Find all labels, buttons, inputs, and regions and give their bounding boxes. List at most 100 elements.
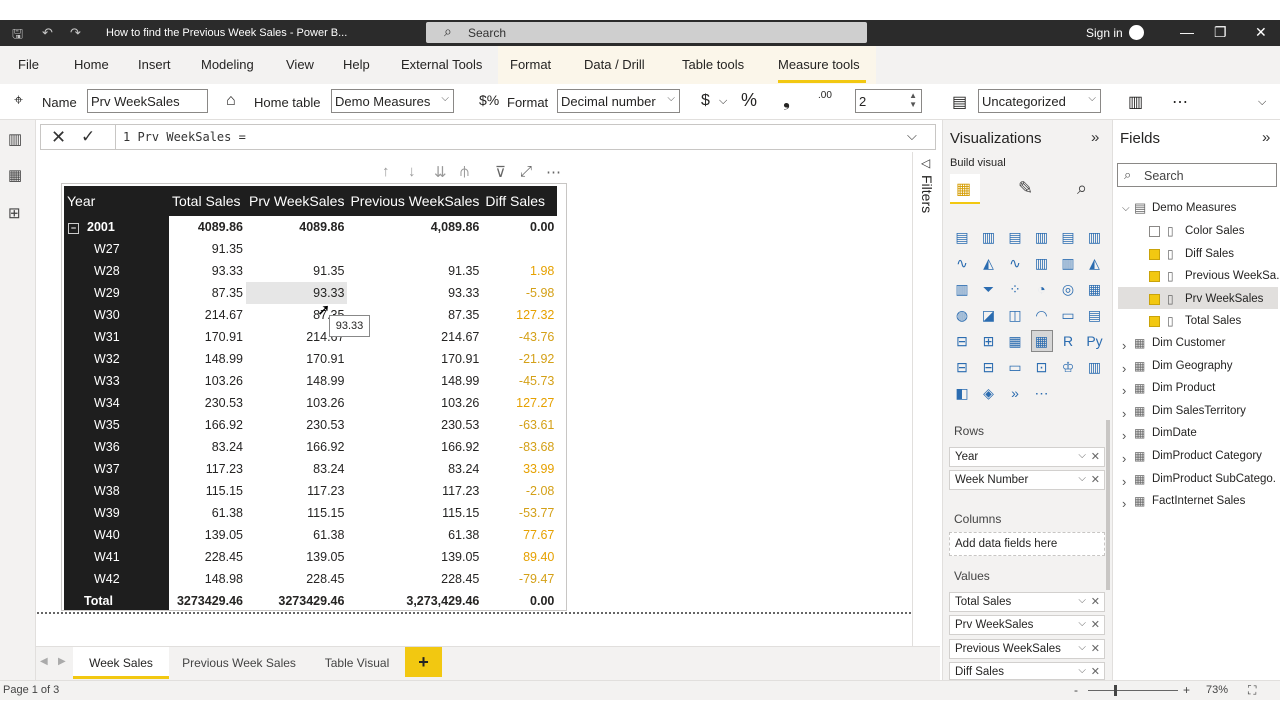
- week-label[interactable]: W27: [64, 238, 169, 260]
- zoom-slider-thumb[interactable]: [1114, 685, 1117, 696]
- prv-weeksales-cell[interactable]: 61.38: [246, 524, 347, 546]
- zoom-slider[interactable]: [1088, 690, 1178, 691]
- summarization-icon[interactable]: ▥: [1128, 92, 1143, 112]
- drill-up-icon[interactable]: ↑: [382, 163, 390, 180]
- previous-weeksales-cell[interactable]: 148.99: [347, 370, 482, 392]
- data-category-select[interactable]: Uncategorized ⌵: [978, 89, 1101, 113]
- columns-drop-zone[interactable]: Add data fields here: [949, 532, 1105, 556]
- menu-view[interactable]: View: [286, 57, 314, 72]
- visual-type-icon[interactable]: ▦: [1005, 331, 1025, 351]
- visual-type-icon[interactable]: ∿: [1005, 253, 1025, 273]
- previous-weeksales-cell[interactable]: 139.05: [347, 546, 482, 568]
- visual-type-icon[interactable]: ▤: [1005, 227, 1025, 247]
- chevron-right-icon[interactable]: ›: [1122, 338, 1126, 353]
- field-checkbox[interactable]: [1149, 248, 1160, 260]
- visual-type-icon[interactable]: ⊟: [979, 357, 999, 377]
- menu-help[interactable]: Help: [343, 57, 370, 72]
- menu-modeling[interactable]: Modeling: [201, 57, 254, 72]
- chevron-down-icon[interactable]: ⌵: [1078, 642, 1086, 653]
- prv-weeksales-cell[interactable]: 170.91: [246, 348, 347, 370]
- measure-field[interactable]: Previous WeekSa...: [1185, 270, 1280, 282]
- comma-button[interactable]: ❟: [783, 90, 790, 111]
- week-label[interactable]: W30: [64, 304, 169, 326]
- tab-week-sales[interactable]: Week Sales: [73, 647, 169, 679]
- close-icon[interactable]: ✕: [1255, 24, 1267, 41]
- previous-weeksales-cell[interactable]: 166.92: [347, 436, 482, 458]
- visual-type-icon[interactable]: ⋯: [1032, 383, 1052, 403]
- diff-sales-cell[interactable]: -21.92: [482, 348, 557, 370]
- visual-type-icon[interactable]: »: [1005, 383, 1025, 403]
- search-box[interactable]: ⌕ Search: [426, 22, 867, 43]
- diff-sales-cell[interactable]: -79.47: [482, 568, 557, 590]
- visual-type-icon[interactable]: ◪: [979, 305, 999, 325]
- visual-type-icon[interactable]: ♔: [1058, 357, 1078, 377]
- filter-icon[interactable]: ⊽: [495, 163, 506, 181]
- previous-weeksales-cell[interactable]: 170.91: [347, 348, 482, 370]
- total-sales-cell[interactable]: 103.26: [169, 370, 246, 392]
- chevron-down-icon[interactable]: ⌵: [1258, 96, 1266, 109]
- save-icon[interactable]: 🖫: [12, 25, 23, 47]
- previous-weeksales-cell[interactable]: 228.45: [347, 568, 482, 590]
- table-field[interactable]: Dim SalesTerritory: [1152, 405, 1276, 417]
- field-checkbox[interactable]: [1149, 226, 1160, 237]
- visual-type-icon[interactable]: ▭: [1005, 357, 1025, 377]
- menu-data-drill[interactable]: Data / Drill: [584, 57, 645, 72]
- analytics-icon[interactable]: ⌕: [1077, 178, 1087, 199]
- total-sales-cell[interactable]: 228.45: [169, 546, 246, 568]
- remove-icon[interactable]: ✕: [1091, 618, 1100, 631]
- visual-type-icon[interactable]: ∿: [952, 253, 972, 273]
- viz-scrollbar[interactable]: [1106, 420, 1110, 590]
- visual-type-icon[interactable]: ▤: [952, 227, 972, 247]
- chevron-right-icon[interactable]: ›: [1122, 361, 1126, 376]
- chevron-down-icon[interactable]: ⌵: [1078, 618, 1086, 629]
- total-sales-cell[interactable]: 230.53: [169, 392, 246, 414]
- drill-down-icon[interactable]: ↓: [408, 163, 416, 180]
- week-label[interactable]: W38: [64, 480, 169, 502]
- diff-sales-cell[interactable]: -45.73: [482, 370, 557, 392]
- field-checkbox[interactable]: [1149, 271, 1160, 282]
- more-options-icon[interactable]: ⋯: [546, 163, 561, 181]
- chevron-right-icon[interactable]: ›: [1122, 428, 1126, 443]
- table-field[interactable]: FactInternet Sales: [1152, 495, 1276, 507]
- diff-sales-cell[interactable]: 127.27: [482, 392, 557, 414]
- measure-field[interactable]: Total Sales: [1185, 315, 1241, 327]
- col-header-prv-weeksales[interactable]: Prv WeekSales: [246, 186, 348, 216]
- total-sales-cell[interactable]: 87.35: [169, 282, 246, 304]
- prv-weeksales-cell[interactable]: 148.99: [246, 370, 347, 392]
- field-checkbox[interactable]: [1149, 293, 1160, 305]
- expand-formula-icon[interactable]: ⌵: [907, 128, 917, 144]
- chevron-right-icon[interactable]: ›: [1122, 383, 1126, 398]
- week-label[interactable]: W34: [64, 392, 169, 414]
- visual-type-icon[interactable]: ⊡: [1032, 357, 1052, 377]
- fields-search-input[interactable]: ⌕ Search: [1117, 163, 1277, 187]
- week-label[interactable]: W36: [64, 436, 169, 458]
- year-cell[interactable]: −2001: [64, 216, 169, 238]
- week-label[interactable]: W35: [64, 414, 169, 436]
- menu-table-tools[interactable]: Table tools: [682, 57, 744, 72]
- collapse-viz-icon[interactable]: »: [1091, 129, 1099, 146]
- visual-type-icon[interactable]: ▤: [1058, 227, 1078, 247]
- visual-type-icon[interactable]: ◫: [1005, 305, 1025, 325]
- diff-sales-cell[interactable]: [482, 238, 557, 260]
- tab-table-visual[interactable]: Table Visual: [311, 647, 403, 679]
- previous-weeksales-cell[interactable]: 230.53: [347, 414, 482, 436]
- diff-sales-cell[interactable]: -63.61: [482, 414, 557, 436]
- remove-icon[interactable]: ✕: [1091, 595, 1100, 608]
- previous-weeksales-cell[interactable]: 93.33: [347, 282, 482, 304]
- previous-weeksales-cell[interactable]: 115.15: [347, 502, 482, 524]
- previous-weeksales-cell[interactable]: 61.38: [347, 524, 482, 546]
- visual-type-icon[interactable]: ▦: [1085, 279, 1105, 299]
- visual-type-icon[interactable]: ⊞: [979, 331, 999, 351]
- col-header-diff-sales[interactable]: Diff Sales: [482, 186, 558, 216]
- total-sales-cell[interactable]: 83.24: [169, 436, 246, 458]
- decimals-input[interactable]: 2 ▲ ▼: [855, 89, 922, 113]
- chevron-down-icon[interactable]: ⌵: [1078, 473, 1086, 484]
- prv-weeksales-cell[interactable]: 93.33: [246, 282, 348, 304]
- chevron-right-icon[interactable]: ›: [1122, 406, 1126, 421]
- format-select[interactable]: Decimal number ⌵: [557, 89, 680, 113]
- visual-type-icon[interactable]: ▭: [1058, 305, 1078, 325]
- chevron-right-icon[interactable]: ›: [1122, 451, 1126, 466]
- total-sales-cell[interactable]: 115.15: [169, 480, 246, 502]
- table-visual[interactable]: Year Total Sales Prv WeekSales Previous …: [61, 183, 567, 611]
- week-label[interactable]: W42: [64, 568, 169, 590]
